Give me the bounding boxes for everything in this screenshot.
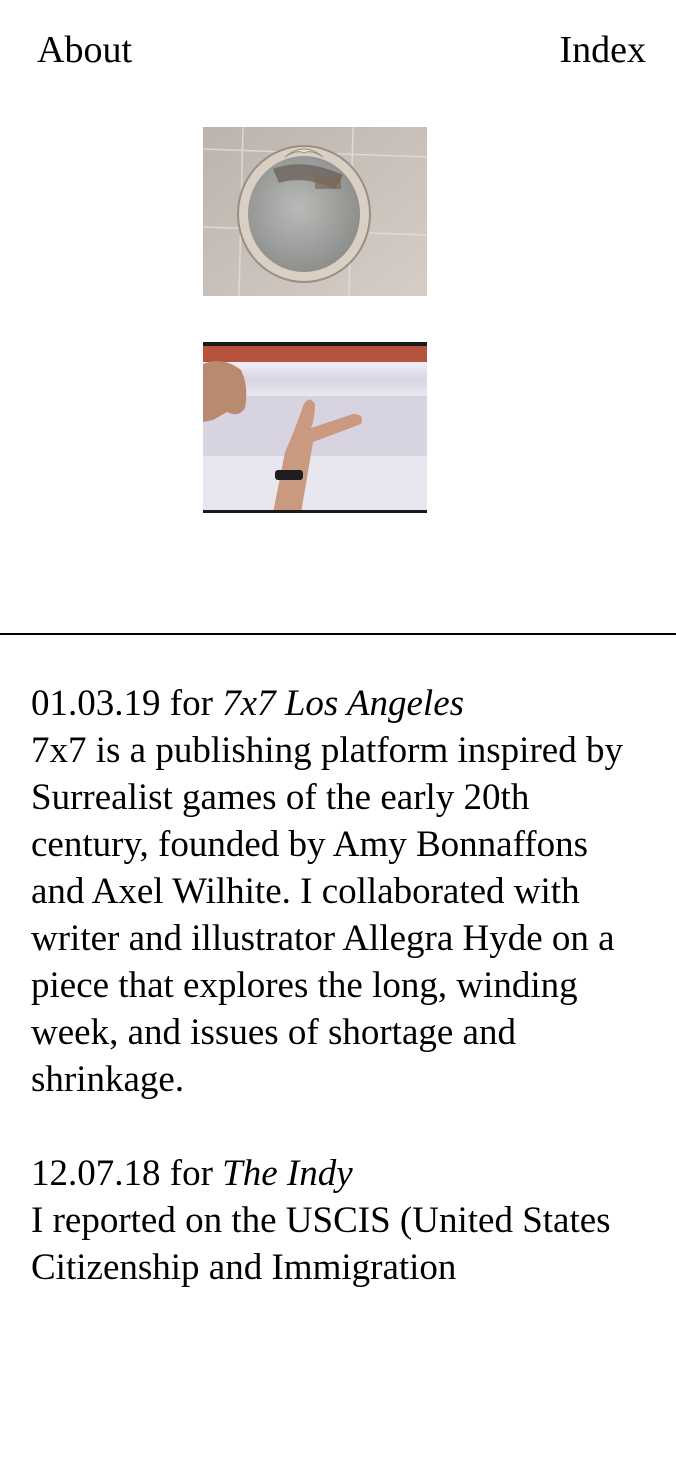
entry-for-text: for xyxy=(160,1153,223,1194)
entry-date: 12.07.18 xyxy=(31,1153,161,1194)
entry-item: 12.07.18 for The Indy I reported on the … xyxy=(31,1150,641,1291)
section-divider xyxy=(0,633,676,635)
entry-publication-link[interactable]: The Indy xyxy=(222,1153,353,1194)
entry-body: 7x7 is a publishing platform inspired by… xyxy=(31,730,623,1100)
entry-item: 01.03.19 for 7x7 Los Angeles 7x7 is a pu… xyxy=(31,680,641,1103)
entries-list: 01.03.19 for 7x7 Los Angeles 7x7 is a pu… xyxy=(31,680,641,1338)
entry-header: 12.07.18 for The Indy xyxy=(31,1150,641,1197)
hands-on-paper-roll-photo[interactable] xyxy=(203,342,427,513)
index-link[interactable]: Index xyxy=(559,28,646,72)
entry-body: I reported on the USCIS (United States C… xyxy=(31,1200,611,1288)
entry-publication-link[interactable]: 7x7 Los Angeles xyxy=(222,683,464,724)
about-link[interactable]: About xyxy=(37,28,132,72)
round-mirror-photo[interactable] xyxy=(203,127,427,296)
entry-date: 01.03.19 xyxy=(31,683,161,724)
entry-header: 01.03.19 for 7x7 Los Angeles xyxy=(31,680,641,727)
entry-for-text: for xyxy=(160,683,223,724)
hands-on-paper-roll-image xyxy=(203,342,427,513)
round-mirror-image xyxy=(203,127,427,296)
